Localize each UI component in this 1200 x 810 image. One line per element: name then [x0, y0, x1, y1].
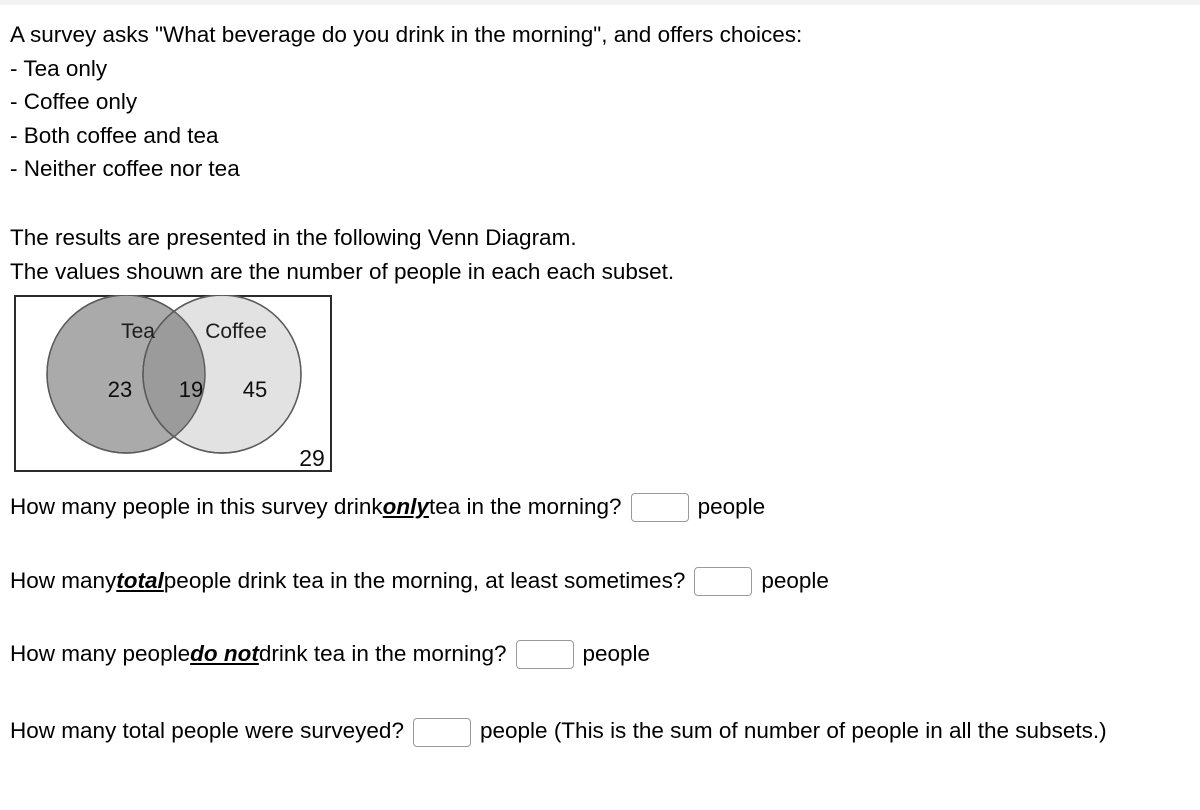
- question-4-text-before: How many total people were surveyed?: [10, 718, 404, 743]
- question-3-unit: people: [582, 641, 651, 666]
- question-2-unit: people: [761, 568, 829, 593]
- question-3-text-after: drink tea in the morning?: [258, 641, 507, 666]
- question-1-text-before: How many people in this survey drink: [10, 494, 383, 519]
- intro-line-2: - Coffee only: [10, 89, 138, 114]
- answer-input-2[interactable]: [694, 566, 753, 596]
- results-paragraph: The results are presented in the followi…: [10, 221, 1190, 289]
- answer-input-3[interactable]: [515, 639, 574, 669]
- question-1-emphasis: only: [382, 494, 429, 519]
- question-row-1: How many people in this survey drink onl…: [10, 492, 765, 522]
- question-4-unit: people: [479, 718, 548, 743]
- venn-value-tea-only: 23: [107, 377, 133, 402]
- answer-input-1[interactable]: [630, 492, 689, 522]
- intro-line-1: - Tea only: [10, 55, 108, 81]
- answer-input-4[interactable]: [412, 717, 471, 747]
- question-row-2: How many total people drink tea in the m…: [10, 566, 829, 596]
- venn-diagram: Tea Coffee 23 19 45 29: [14, 290, 336, 475]
- intro-paragraph: A survey asks "What beverage do you drin…: [10, 18, 1190, 186]
- question-row-3: How many people do not drink tea in the …: [10, 639, 650, 669]
- results-line-1: The values shouwn are the number of peop…: [10, 259, 675, 284]
- question-4-note: (This is the sum of number of people in …: [553, 718, 1107, 743]
- question-1-text-after: tea in the morning?: [428, 494, 622, 519]
- top-strip: [0, 0, 1200, 5]
- intro-line-3: - Both coffee and tea: [10, 122, 219, 148]
- question-row-4: How many total people were surveyed? peop…: [10, 712, 1195, 749]
- question-1-unit: people: [697, 494, 766, 519]
- question-3-emphasis: do not: [190, 641, 259, 666]
- venn-value-neither: 29: [299, 445, 325, 471]
- question-3-text-before: How many people: [10, 641, 191, 666]
- venn-label-coffee: Coffee: [205, 320, 267, 343]
- venn-label-tea: Tea: [121, 320, 155, 343]
- results-line-0: The results are presented in the followi…: [10, 225, 577, 250]
- question-2-text-after: people drink tea in the morning, at leas…: [163, 568, 686, 593]
- question-2-emphasis: total: [116, 568, 164, 593]
- venn-value-coffee-only: 45: [242, 377, 268, 402]
- question-2-text-before: How many: [10, 568, 117, 593]
- intro-line-4: - Neither coffee nor tea: [10, 156, 240, 181]
- venn-value-both: 19: [178, 377, 204, 402]
- intro-line-0: A survey asks "What beverage do you drin…: [10, 22, 803, 47]
